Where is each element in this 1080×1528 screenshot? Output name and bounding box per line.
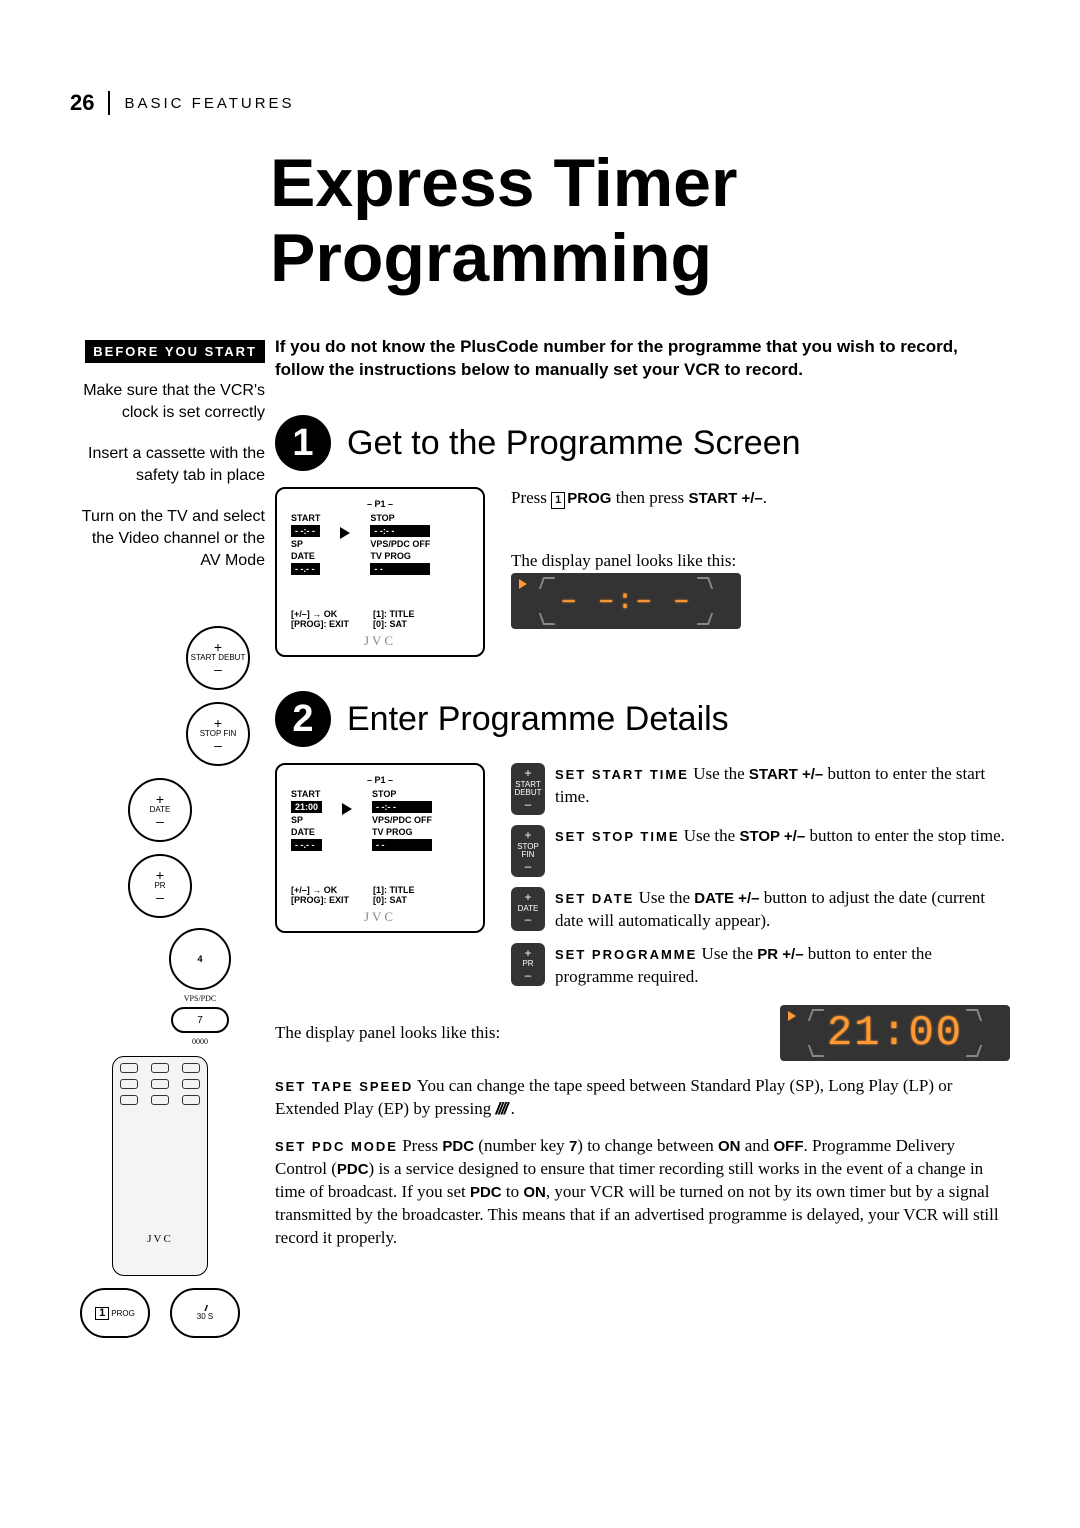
prereq-tv: Turn on the TV and select the Video chan… — [70, 506, 265, 571]
section-label: BASIC FEATURES — [124, 95, 294, 112]
step-1-title: Get to the Programme Screen — [347, 424, 801, 463]
stop-pill-icon: +STOP FIN– — [511, 825, 545, 877]
step-2-tv-screen: – P1 – START21:00 SPDATE- -.- - STOP- -:… — [275, 763, 485, 933]
step-1-display-panel: – –:– – — [511, 573, 741, 629]
step-2-title: Enter Programme Details — [347, 700, 729, 739]
start-pill-icon: +START DEBUT– — [511, 763, 545, 815]
step-1-number: 1 — [275, 415, 331, 471]
prereq-clock: Make sure that the VCR's clock is set co… — [70, 380, 265, 423]
set-pdc-mode: SET PDC MODE Press PDC (number key 7) to… — [275, 1135, 1010, 1250]
before-you-start-badge: BEFORE YOU START — [85, 340, 265, 363]
prerequisites-sidebar: Make sure that the VCR's clock is set co… — [70, 380, 265, 591]
step-1-tv-screen: – P1 – START- -:- - SPDATE- -.- - STOP- … — [275, 487, 485, 657]
prereq-cassette: Insert a cassette with the safety tab in… — [70, 443, 265, 486]
pr-pill-icon: +PR– — [511, 943, 545, 986]
step-1: 1 Get to the Programme Screen – P1 – STA… — [275, 415, 1010, 657]
set-tape-speed: SET TAPE SPEED You can change the tape s… — [275, 1075, 1010, 1121]
remote-body: JVC — [112, 1056, 208, 1276]
header-divider — [108, 91, 110, 115]
page-header: 26 BASIC FEATURES — [70, 90, 1010, 116]
date-pill-icon: +DATE– — [511, 887, 545, 930]
page-title: Express Timer Programming — [270, 146, 1010, 296]
intro-text: If you do not know the PlusCode number f… — [275, 336, 1010, 382]
remote-illustration: +START DEBUT– +STOP FIN– +DATE– +PR– 4 V… — [70, 620, 250, 1344]
page-number: 26 — [70, 90, 94, 116]
remote-key-7: 7 — [171, 1007, 229, 1033]
remote-key-4: 4 — [169, 928, 231, 990]
step-2-number: 2 — [275, 691, 331, 747]
step-2-display-panel: 21:00 — [780, 1005, 1010, 1061]
step-1-instruction: Press 1PROG then press START +/–. — [511, 487, 1010, 510]
step-1-display-label: The display panel looks like this: — [511, 550, 1010, 573]
tape-speed-icon: //// — [496, 1098, 507, 1121]
step-2-display-label: The display panel looks like this: — [275, 1022, 764, 1045]
step-2: 2 Enter Programme Details – P1 – START21… — [200, 691, 1010, 1249]
intro-row: BEFORE YOU START If you do not know the … — [70, 336, 1010, 382]
